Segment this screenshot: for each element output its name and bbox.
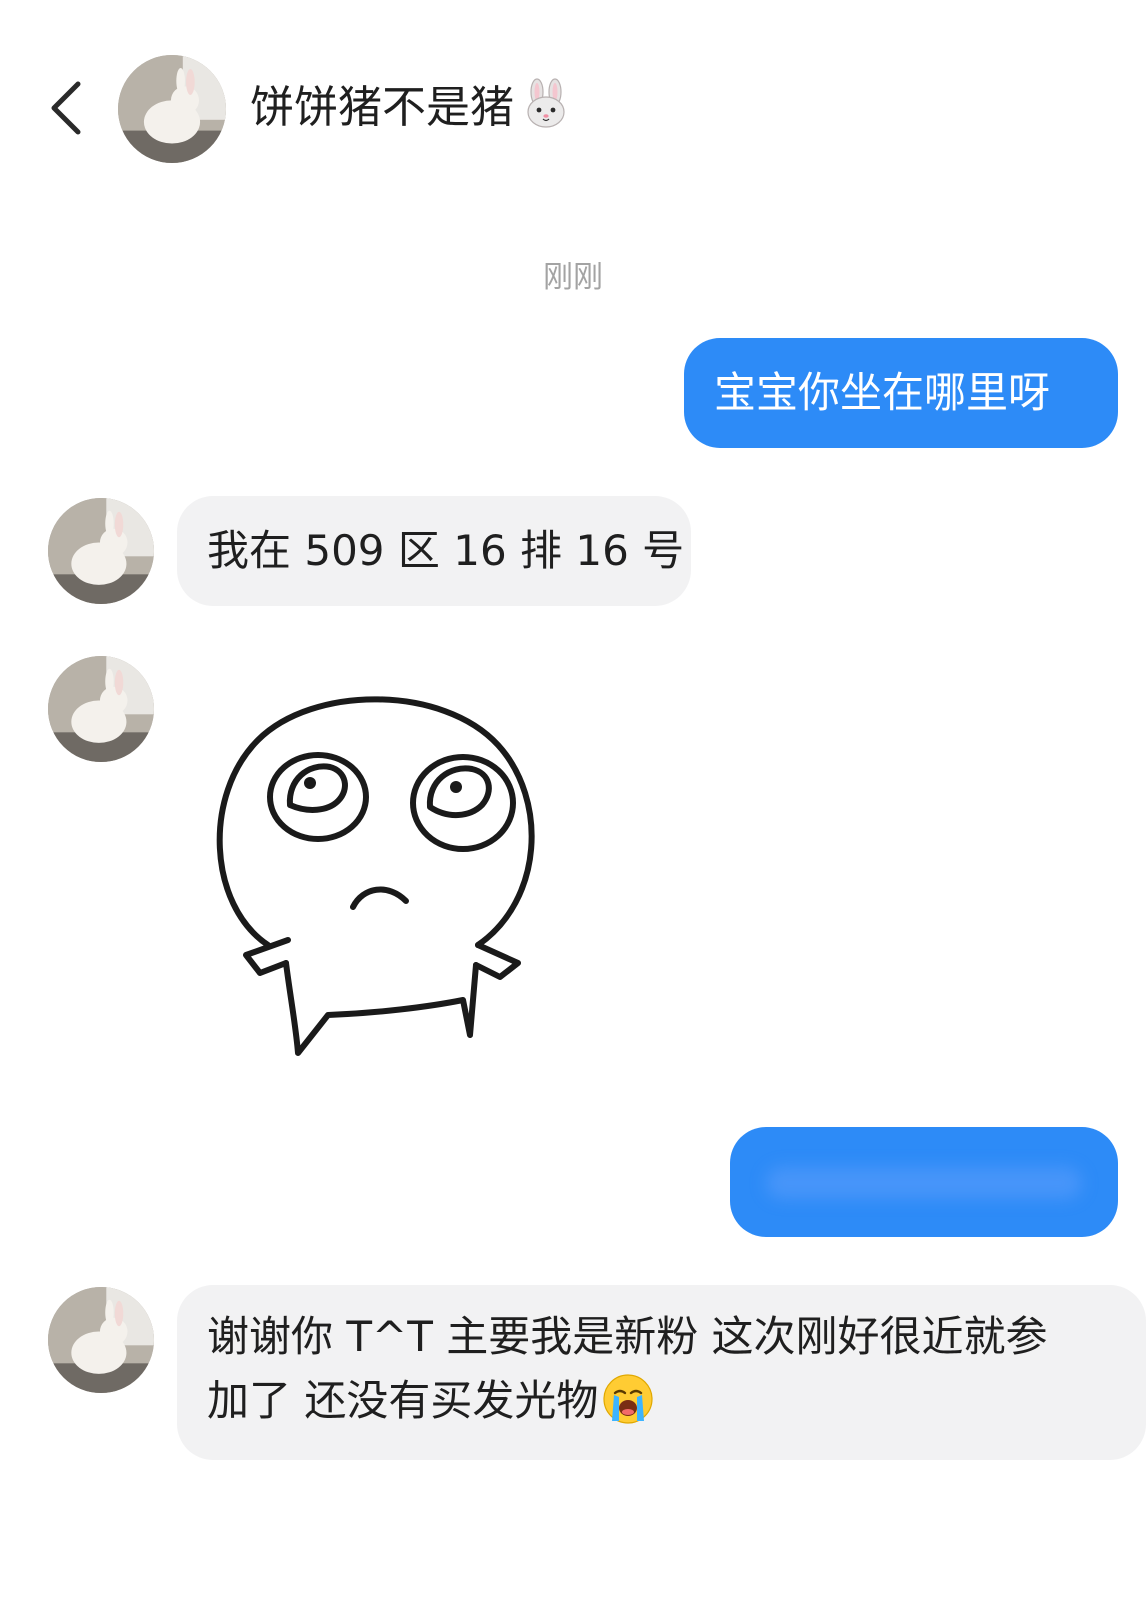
sender-avatar[interactable] [48,656,154,762]
rabbit-avatar-icon [48,656,154,762]
back-button[interactable] [40,70,96,146]
message-text-line: 加了 还没有买发光物 [207,1376,599,1425]
message-text: 宝宝你坐在哪里呀 [714,368,1051,417]
message-text-line: 谢谢你 T^T 主要我是新粉 这次刚好很近就参 [207,1312,1048,1361]
rabbit-avatar-icon [48,1287,154,1393]
chevron-left-icon [51,81,81,135]
sticker-message[interactable] [178,655,588,1065]
outgoing-message-bubble[interactable]: 宝宝你坐在哪里呀 [684,338,1118,448]
sender-avatar[interactable] [48,1287,154,1393]
pleading-doodle-face-sticker [216,696,535,1056]
message-timestamp: 刚刚 [543,260,603,295]
contact-name: 饼饼猪不是猪 [250,76,572,140]
rabbit-avatar-icon [118,55,226,163]
contact-name-text: 饼饼猪不是猪 [250,82,514,133]
incoming-message-bubble[interactable]: 谢谢你 T^T 主要我是新粉 这次刚好很近就参 加了 还没有买发光物 [177,1285,1146,1460]
obscured-text-blur [766,1167,1082,1199]
rabbit-face-emoji-icon [527,78,565,128]
rabbit-avatar-icon [48,498,154,604]
outgoing-message-bubble[interactable] [730,1127,1118,1237]
loudly-crying-face-emoji-icon [603,1374,653,1424]
contact-avatar[interactable] [118,55,226,163]
message-text: 我在 509 区 16 排 16 号 [207,526,685,575]
sender-avatar[interactable] [48,498,154,604]
incoming-message-bubble[interactable]: 我在 509 区 16 排 16 号 [177,496,691,606]
message-text-line-2: 加了 还没有买发光物 [207,1369,1146,1433]
